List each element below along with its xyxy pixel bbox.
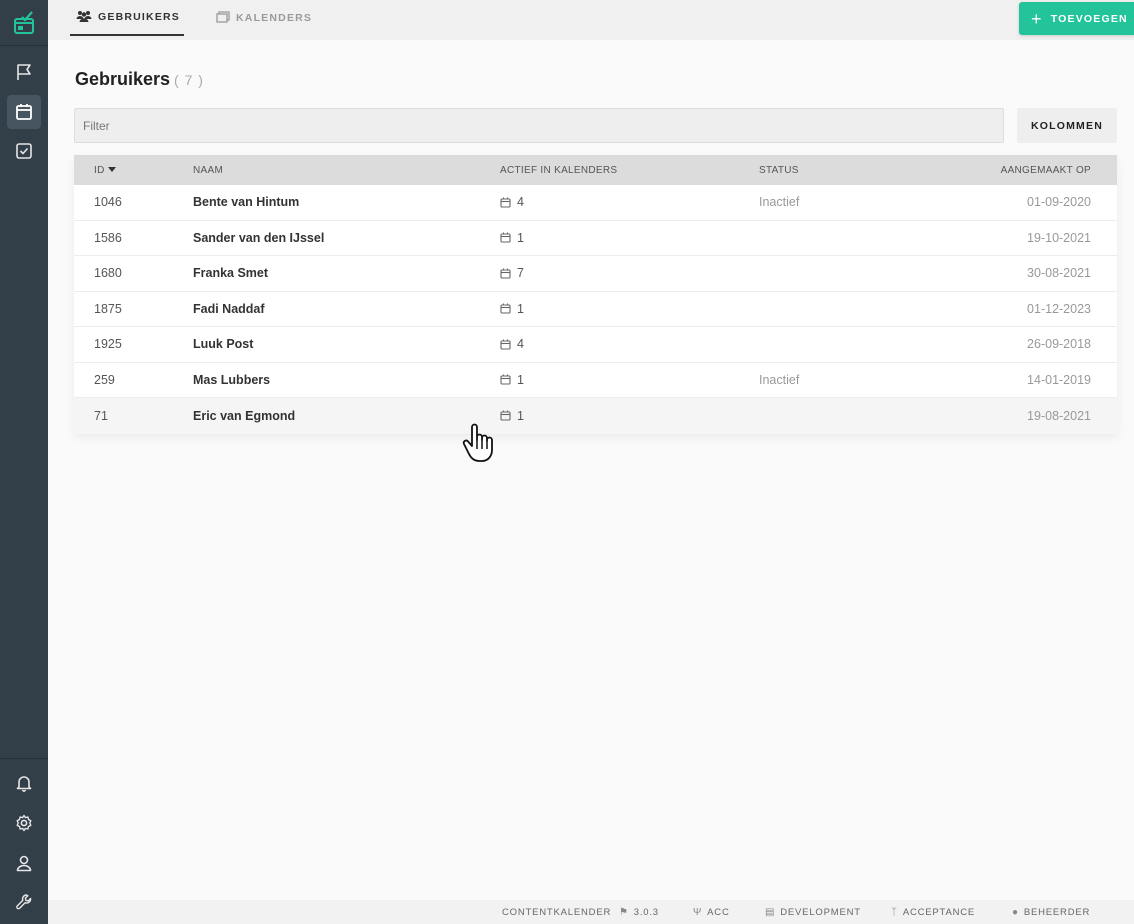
cell-active-calendars: 4: [500, 327, 524, 362]
app-logo-icon[interactable]: [0, 0, 48, 46]
calendar-icon: [500, 410, 511, 421]
active-calendars-count: 7: [517, 266, 524, 281]
wrench-icon[interactable]: [7, 885, 41, 919]
cell-id: 259: [94, 372, 115, 387]
page-title-text: Gebruikers: [75, 69, 171, 89]
tab-gebruikers[interactable]: GEBRUIKERS: [70, 0, 184, 36]
flag-icon[interactable]: [7, 55, 41, 89]
columns-button[interactable]: KOLOMMEN: [1017, 108, 1117, 143]
tab-label: KALENDERS: [236, 12, 313, 24]
cell-name: Mas Lubbers: [193, 372, 271, 387]
cell-created: 30-08-2021: [1027, 266, 1091, 281]
cell-active-calendars: 4: [500, 185, 524, 220]
bell-icon[interactable]: [7, 766, 41, 800]
table-row[interactable]: 1875 Fadi Naddaf 1 01-12-2023: [74, 291, 1117, 327]
cell-created: 01-12-2023: [1027, 301, 1091, 316]
table-row[interactable]: 1586 Sander van den IJssel 1 19-10-2021: [74, 220, 1117, 256]
cell-active-calendars: 1: [500, 363, 524, 398]
cell-id: 1586: [94, 230, 122, 245]
table-header: ID NAAM ACTIEF IN KALENDERS STATUS AANGE…: [74, 155, 1117, 185]
footer-environment: Ψ ACC: [693, 906, 730, 918]
cell-created: 19-10-2021: [1027, 230, 1091, 245]
calendar-icon: [500, 303, 511, 314]
column-header-id[interactable]: ID: [94, 155, 116, 185]
active-calendars-count: 4: [517, 195, 524, 210]
column-header-created[interactable]: AANGEMAAKT OP: [1001, 155, 1091, 185]
cell-created: 26-09-2018: [1027, 337, 1091, 352]
cell-status: Inactief: [759, 195, 800, 210]
cell-name: Eric van Egmond: [193, 408, 296, 423]
table-body: 1046 Bente van Hintum 4 Inactief 01-09-2020 1…: [74, 185, 1117, 434]
add-button[interactable]: + TOEVOEGEN: [1019, 2, 1134, 35]
cell-id: 1875: [94, 301, 122, 316]
user-count: ( 7 ): [174, 72, 204, 88]
table-row[interactable]: 259 Mas Lubbers 1 Inactief 14-01-2019: [74, 362, 1117, 398]
active-calendars-count: 1: [517, 230, 524, 245]
antenna-icon: Ψ: [693, 906, 703, 918]
table-row[interactable]: 1925 Luuk Post 4 26-09-2018: [74, 327, 1117, 363]
sidebar: [0, 0, 48, 924]
footer-version: ⚑ 3.0.3: [619, 906, 659, 918]
cell-name: Franka Smet: [193, 266, 269, 281]
active-calendars-count: 1: [517, 301, 524, 316]
tab-kalenders[interactable]: KALENDERS: [216, 0, 312, 36]
footer-branch: ᛉ ACCEPTANCE: [891, 906, 976, 918]
hand-cursor-icon: [462, 423, 498, 470]
cell-id: 1680: [94, 266, 122, 281]
column-header-status[interactable]: STATUS: [759, 155, 799, 185]
database-icon: ▤: [765, 906, 776, 918]
cell-status: Inactief: [759, 372, 800, 387]
branch-icon: ᛉ: [891, 906, 898, 918]
active-calendars-count: 1: [517, 408, 524, 423]
page-title: Gebruikers ( 7 ): [75, 69, 204, 90]
cell-active-calendars: 7: [500, 256, 524, 291]
active-calendars-count: 4: [517, 337, 524, 352]
user-icon: ●: [1012, 906, 1019, 918]
cell-name: Sander van den IJssel: [193, 230, 325, 245]
calendar-icon: [500, 339, 511, 350]
cell-id: 1046: [94, 195, 122, 210]
column-header-name[interactable]: NAAM: [193, 155, 223, 185]
active-calendars-count: 1: [517, 372, 524, 387]
cell-name: Luuk Post: [193, 337, 254, 352]
sort-desc-icon: [107, 165, 116, 176]
sidebar-divider: [0, 758, 48, 759]
cell-name: Fadi Naddaf: [193, 301, 265, 316]
user-icon[interactable]: [7, 846, 41, 880]
cell-name: Bente van Hintum: [193, 195, 300, 210]
table-row[interactable]: 1046 Bente van Hintum 4 Inactief 01-09-2020: [74, 185, 1117, 221]
calendar-icon: [500, 232, 511, 243]
cell-created: 14-01-2019: [1027, 372, 1091, 387]
status-bar: CONTENTKALENDER ⚑ 3.0.3 Ψ ACC ▤ DEVELOPM…: [48, 900, 1134, 924]
cell-active-calendars: 1: [500, 398, 524, 434]
filter-input[interactable]: [74, 108, 1004, 143]
column-header-active[interactable]: ACTIEF IN KALENDERS: [500, 155, 617, 185]
footer-app-name: CONTENTKALENDER: [502, 906, 612, 918]
table-row[interactable]: 71 Eric van Egmond 1 19-08-2021: [74, 398, 1117, 434]
gear-icon[interactable]: [7, 806, 41, 840]
calendar-icon: [500, 197, 511, 208]
cell-id: 1925: [94, 337, 122, 352]
calendar-icon[interactable]: [7, 95, 41, 129]
cell-created: 01-09-2020: [1027, 195, 1091, 210]
users-table: ID NAAM ACTIEF IN KALENDERS STATUS AANGE…: [74, 155, 1117, 434]
checkbox-icon[interactable]: [7, 134, 41, 168]
top-bar: GEBRUIKERS KALENDERS + TOEVOEGEN: [48, 0, 1134, 40]
footer-role: ● BEHEERDER: [1012, 906, 1091, 918]
calendar-icon: [500, 268, 511, 279]
tab-label: GEBRUIKERS: [98, 11, 181, 23]
plus-icon: +: [1031, 8, 1043, 29]
add-button-label: TOEVOEGEN: [1050, 12, 1128, 25]
flag-icon: ⚑: [619, 906, 629, 918]
cell-created: 19-08-2021: [1027, 408, 1091, 423]
cell-id: 71: [94, 408, 108, 423]
table-row[interactable]: 1680 Franka Smet 7 30-08-2021: [74, 256, 1117, 292]
users-icon: [76, 10, 92, 25]
footer-database: ▤ DEVELOPMENT: [765, 906, 861, 918]
calendars-icon: [216, 10, 230, 26]
cell-active-calendars: 1: [500, 221, 524, 256]
cell-active-calendars: 1: [500, 292, 524, 327]
calendar-icon: [500, 374, 511, 385]
